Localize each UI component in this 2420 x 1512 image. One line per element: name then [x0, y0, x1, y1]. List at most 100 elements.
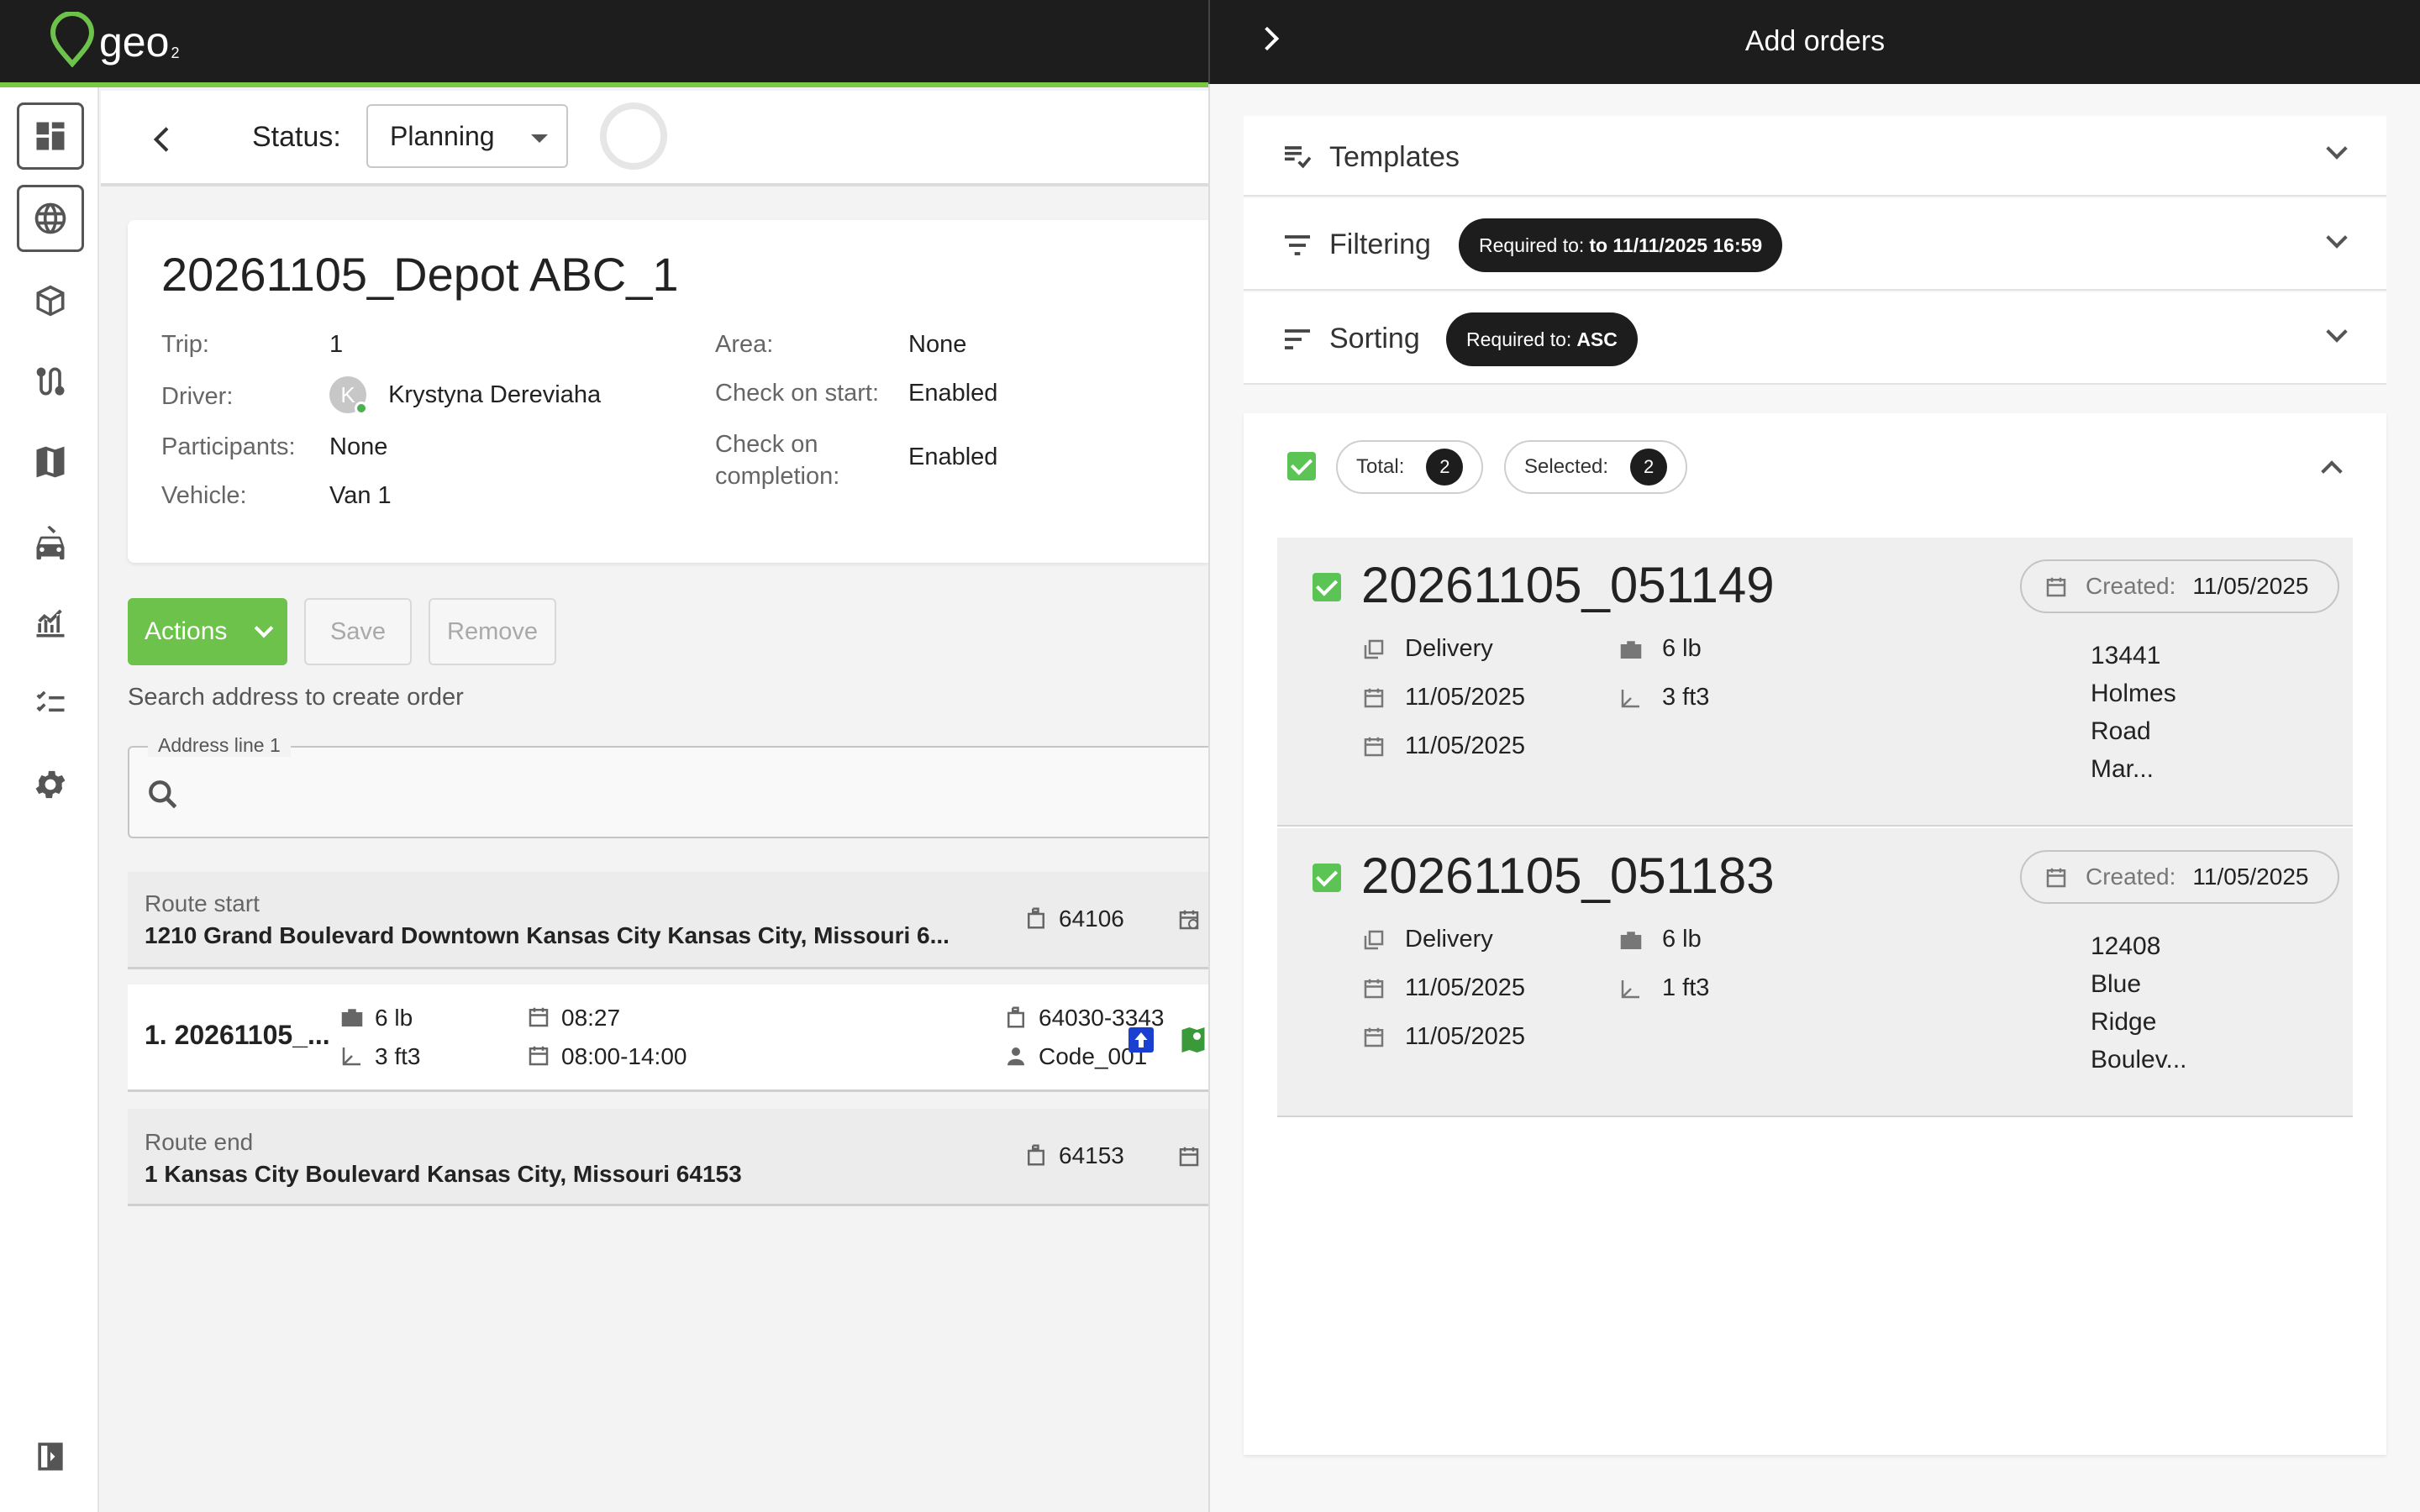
order-checkbox[interactable]	[1313, 864, 1341, 892]
filtering-label: Filtering	[1329, 228, 1431, 260]
route-start-address: 1210 Grand Boulevard Downtown Kansas Cit…	[145, 922, 950, 948]
calendar-icon	[2046, 868, 2066, 888]
nav-globe[interactable]	[17, 185, 84, 252]
nav-routes[interactable]	[17, 348, 84, 415]
check-completion-value-field: Enabled	[908, 444, 997, 471]
created-chip: Created: 11/05/2025	[2020, 850, 2339, 904]
mailbox-icon	[1028, 907, 1044, 929]
settings-icon	[35, 770, 66, 799]
stop-name: 1. 20261105_...	[145, 1020, 330, 1050]
vehicle-label: Vehicle:	[161, 482, 247, 509]
save-button[interactable]: Save	[304, 598, 412, 665]
route-end-row[interactable]: Route end 1 Kansas City Boulevard Kansas…	[128, 1109, 1208, 1206]
logo[interactable]: geo 2	[49, 12, 179, 67]
check-start-label: Check on start:	[715, 380, 880, 407]
order-date: 11/05/2025	[1405, 974, 1525, 1001]
actions-label: Actions	[145, 617, 228, 645]
vehicle-value: Van 1	[329, 482, 392, 509]
loading-spinner	[600, 102, 667, 170]
created-chip: Created: 11/05/2025	[2020, 559, 2339, 613]
templates-accordion[interactable]: Templates	[1244, 116, 2386, 197]
filtering-chip[interactable]: Required to: to 11/11/2025 16:59	[1459, 218, 1783, 272]
mailbox-icon	[1028, 1144, 1044, 1166]
order-address-line: 13441	[2091, 642, 2161, 669]
address-line-1-input[interactable]: Address line 1	[128, 734, 1208, 838]
sort-icon	[1285, 329, 1310, 349]
check-completion-label-line2: completion:	[715, 463, 840, 490]
created-label: Created:	[2086, 864, 2176, 890]
route-start-row[interactable]: Route start 1210 Grand Boulevard Downtow…	[128, 872, 1208, 969]
selected-label: Selected:	[1524, 455, 1609, 478]
nav-settings[interactable]	[17, 751, 84, 818]
chevron-down-icon	[2326, 138, 2348, 160]
route-start-zip: 64106	[1059, 906, 1124, 932]
avatar-initial: K	[340, 382, 355, 407]
map-pin-icon[interactable]	[1178, 1025, 1208, 1055]
navigate-icon[interactable]	[1126, 1025, 1156, 1055]
person-icon	[1007, 1047, 1024, 1066]
route-end-zip: 64153	[1059, 1142, 1124, 1168]
driver-field: Driver:	[161, 383, 233, 411]
total-count: 2	[1426, 449, 1464, 486]
back-button[interactable]	[138, 114, 188, 165]
participants-value: None	[329, 433, 388, 460]
search-icon	[149, 780, 177, 809]
total-chip: Total: 2	[1336, 440, 1484, 494]
select-all-checkbox[interactable]	[1287, 452, 1316, 480]
nav-map[interactable]	[17, 428, 84, 496]
briefcase-icon	[1620, 641, 1642, 659]
route-end-address: 1 Kansas City Boulevard Kansas City, Mis…	[145, 1161, 742, 1187]
chevron-down-icon	[2326, 321, 2348, 343]
participants-field: Participants:	[161, 433, 296, 461]
remove-button[interactable]: Remove	[429, 598, 556, 665]
order-type: Delivery	[1405, 635, 1493, 662]
chevron-down-icon	[2326, 227, 2348, 249]
calendar-clock-icon	[1179, 910, 1199, 930]
chevron-down-icon	[254, 618, 274, 638]
mailbox-icon	[1007, 1006, 1024, 1028]
route-start-label: Route start	[145, 890, 260, 916]
check-start-field: Check on start:	[715, 380, 879, 407]
chevron-left-icon	[153, 127, 169, 152]
status-select[interactable]: Planning	[366, 104, 568, 168]
search-caption: Search address to create order	[128, 684, 464, 711]
check-start-value-field: Enabled	[908, 380, 997, 407]
vehicle-value-field: Van 1	[329, 482, 392, 510]
stop-volume: 3 ft3	[375, 1043, 421, 1069]
order-card[interactable]: 20261105_051183 Created: 11/05/2025 Deliv…	[1277, 828, 2353, 1117]
actions-button[interactable]: Actions	[128, 598, 287, 665]
filter-icon	[1285, 235, 1310, 255]
nav-checklist[interactable]	[17, 670, 84, 738]
order-number: 20261105_051183	[1361, 848, 1775, 904]
nav-dashboard[interactable]	[17, 102, 84, 170]
panel-title: Add orders	[1744, 25, 1886, 57]
order-checkbox[interactable]	[1313, 573, 1341, 601]
order-address-line: Mar...	[2091, 755, 2154, 783]
stop-time: 08:27	[561, 1005, 621, 1031]
area-field: Area:	[715, 331, 773, 359]
calendar-icon	[529, 1046, 549, 1066]
volume-icon	[1621, 690, 1639, 708]
sorting-chip-value: ASC	[1576, 328, 1618, 350]
logo-subscript: 2	[171, 45, 180, 61]
sidebar-collapse-button[interactable]	[17, 1423, 84, 1490]
status-label: Status:	[252, 121, 341, 153]
nav-vehicles[interactable]	[17, 509, 84, 576]
filtering-chip-label: Required to:	[1479, 234, 1585, 256]
driver-value: Krystyna Dereviaha	[388, 381, 602, 408]
selected-count: 2	[1630, 449, 1668, 486]
checklist-icon	[36, 690, 65, 712]
sorting-chip[interactable]: Required to: ASC	[1446, 312, 1638, 366]
filtering-accordion[interactable]: Filtering Required to: to 11/11/2025 16:5…	[1244, 198, 2386, 291]
trip-value-field: 1	[329, 331, 343, 359]
sorting-label: Sorting	[1329, 323, 1420, 354]
area-value: None	[908, 331, 967, 358]
driver-value-field: K Krystyna Dereviaha	[329, 376, 602, 415]
nav-orders[interactable]	[17, 267, 84, 334]
sorting-accordion[interactable]: Sorting Required to: ASC	[1244, 292, 2386, 385]
route-stop-row[interactable]: 1. 20261105_... 6 lb 3 ft3 08:27 08:00-1…	[128, 984, 1208, 1092]
nav-analytics[interactable]	[17, 590, 84, 657]
playlist-check-icon	[1285, 146, 1312, 169]
order-address-line: 12408	[2091, 932, 2161, 960]
order-card[interactable]: 20261105_051149 Created: 11/05/2025 Deliv…	[1277, 538, 2353, 827]
